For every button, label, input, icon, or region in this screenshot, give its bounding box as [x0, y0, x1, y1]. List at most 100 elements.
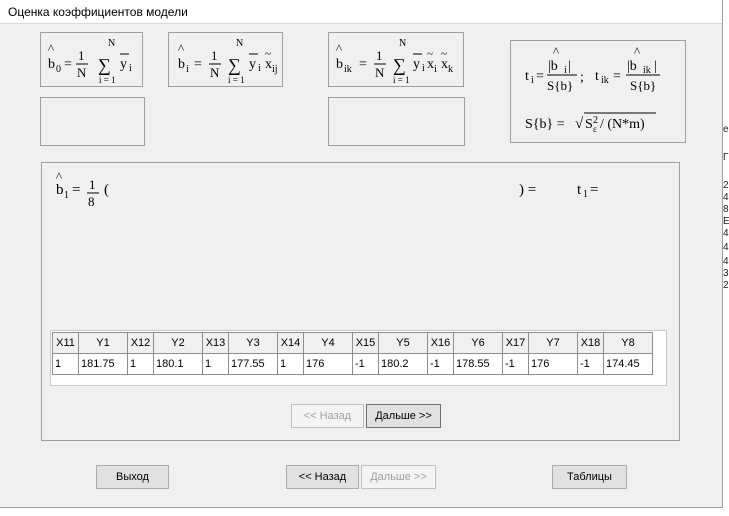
svg-text:i: i [129, 63, 132, 74]
next-button[interactable]: Дальше >> [361, 465, 436, 489]
calculation-panel: ^ b 1 = 1 8 ( ) = t 1 = [41, 162, 680, 441]
svg-text:0: 0 [56, 64, 61, 75]
background-char: 4 [723, 256, 729, 267]
inner-next-button[interactable]: Дальше >> [366, 404, 441, 428]
background-window-edge: е Г 2 4 8 Е 4 4 4 3 2 [723, 0, 729, 516]
grid-header-cell: Y6 [453, 332, 503, 354]
svg-text:x: x [427, 57, 434, 72]
svg-text:b: b [336, 57, 343, 72]
svg-text:;: ; [580, 70, 584, 85]
grid-header-cell: Y4 [303, 332, 353, 354]
svg-text:1: 1 [211, 48, 218, 63]
background-char: 4 [723, 242, 729, 253]
grid-header-cell: X16 [427, 332, 454, 354]
b0-result-box [40, 97, 145, 146]
grid-header-cell: Y8 [603, 332, 653, 354]
svg-text:ε: ε [593, 124, 597, 134]
svg-text:=: = [359, 57, 367, 72]
svg-text:i: i [186, 64, 189, 75]
svg-text:ij: ij [272, 64, 278, 75]
data-grid[interactable]: X11 Y1 X12 Y2 X13 Y3 X14 Y4 X15 Y5 X16 Y… [52, 332, 653, 375]
svg-text:^: ^ [553, 44, 559, 59]
svg-text:=: = [64, 57, 72, 72]
grid-header-cell: X12 [127, 332, 154, 354]
grid-cell[interactable]: 178.55 [453, 353, 503, 375]
grid-cell[interactable]: -1 [502, 353, 529, 375]
table-row[interactable]: 1 181.75 1 180.1 1 177.55 1 176 -1 180.2… [52, 353, 653, 375]
svg-text:S{b} =: S{b} = [525, 117, 565, 132]
svg-text:1: 1 [89, 177, 96, 192]
grid-cell[interactable]: 176 [528, 353, 578, 375]
back-button[interactable]: << Назад [286, 465, 359, 489]
grid-cell[interactable]: 180.1 [153, 353, 203, 375]
tables-button[interactable]: Таблицы [552, 465, 627, 489]
svg-text:∑: ∑ [98, 55, 111, 75]
background-char: 3 [723, 268, 729, 279]
svg-text:=: = [613, 69, 621, 84]
svg-text:t: t [577, 182, 582, 198]
svg-text:ik: ik [344, 64, 352, 75]
grid-header-cell: X15 [352, 332, 379, 354]
grid-cell[interactable]: 180.2 [378, 353, 428, 375]
svg-text:ik: ik [601, 75, 609, 86]
background-char: 8 [723, 204, 729, 215]
grid-header-cell: X17 [502, 332, 529, 354]
svg-text:|b: |b [548, 59, 558, 74]
svg-text:N: N [375, 65, 385, 80]
svg-text:i: i [564, 65, 567, 76]
exit-button[interactable]: Выход [96, 465, 169, 489]
svg-text:i: i [531, 75, 534, 86]
grid-cell[interactable]: 177.55 [228, 353, 278, 375]
svg-text:N: N [108, 38, 115, 49]
background-char: 2 [723, 280, 729, 291]
grid-cell[interactable]: 1 [52, 353, 79, 375]
svg-text:y: y [249, 57, 256, 72]
title-bar[interactable]: Оценка коэффициентов модели [0, 0, 722, 24]
svg-text:N: N [236, 38, 243, 49]
svg-text:b: b [56, 182, 64, 198]
grid-cell[interactable]: 181.75 [78, 353, 128, 375]
svg-text:8: 8 [88, 194, 95, 209]
svg-text:N: N [77, 65, 87, 80]
grid-header-cell: Y2 [153, 332, 203, 354]
svg-text:N: N [399, 38, 406, 49]
svg-text:x: x [265, 57, 272, 72]
svg-text:t: t [525, 69, 529, 84]
grid-header-cell: X13 [202, 332, 229, 354]
grid-cell[interactable]: 1 [277, 353, 304, 375]
background-char: 4 [723, 192, 729, 203]
b0-lhs: b [48, 57, 55, 72]
svg-text:y: y [413, 57, 420, 72]
svg-text:i = 1: i = 1 [393, 75, 410, 85]
svg-text:|b: |b [627, 59, 637, 74]
inner-back-button[interactable]: << Назад [291, 404, 364, 428]
grid-cell[interactable]: -1 [427, 353, 454, 375]
svg-text:(: ( [104, 182, 109, 198]
grid-cell[interactable]: 1 [202, 353, 229, 375]
svg-text:) =: ) = [519, 182, 536, 198]
svg-text:=: = [536, 69, 544, 84]
svg-text:^: ^ [336, 41, 342, 56]
grid-cell[interactable]: 1 [127, 353, 154, 375]
svg-text:|: | [654, 59, 657, 74]
svg-text:N: N [210, 65, 220, 80]
grid-cell[interactable]: 176 [303, 353, 353, 375]
formula-bik: ^ b ik = 1 N N ∑ i = 1 y i ~ x i ~ x k [328, 32, 464, 87]
grid-header-cell: X14 [277, 332, 304, 354]
svg-text:b: b [178, 57, 185, 72]
grid-cell[interactable]: -1 [352, 353, 379, 375]
grid-header-cell: Y5 [378, 332, 428, 354]
svg-text:x: x [441, 57, 448, 72]
svg-text:S: S [585, 117, 593, 132]
svg-text:t: t [595, 69, 599, 84]
svg-text:∑: ∑ [228, 55, 241, 75]
svg-text:1: 1 [583, 189, 588, 200]
grid-header-cell: Y1 [78, 332, 128, 354]
svg-text:∑: ∑ [393, 55, 406, 75]
grid-cell[interactable]: 174.45 [603, 353, 653, 375]
grid-cell[interactable]: -1 [577, 353, 604, 375]
window-title: Оценка коэффициентов модели [8, 5, 188, 19]
svg-text:y: y [120, 57, 127, 72]
svg-text:i: i [434, 64, 437, 75]
svg-text:=: = [72, 182, 80, 198]
